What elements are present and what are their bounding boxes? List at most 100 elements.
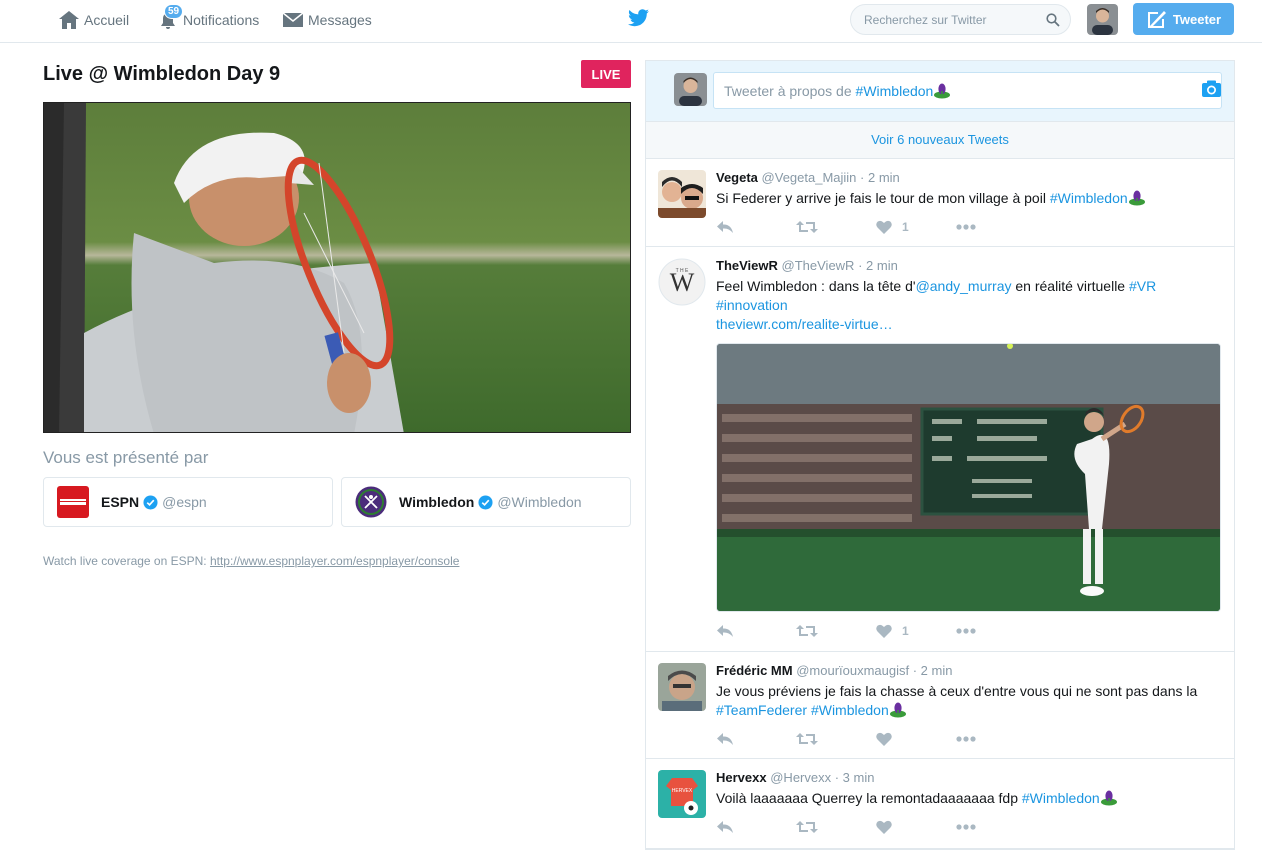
more-button[interactable] bbox=[956, 824, 1036, 830]
tweet-text: Feel Wimbledon : dans la tête d'@andy_mu… bbox=[716, 277, 1220, 334]
reply-icon bbox=[717, 625, 733, 637]
hashtag-link[interactable]: #innovation bbox=[716, 297, 788, 313]
notifications-count-badge: 59 bbox=[164, 4, 184, 19]
reply-button[interactable] bbox=[716, 624, 796, 638]
ellipsis-icon bbox=[956, 824, 976, 830]
svg-text:HERVEX: HERVEX bbox=[672, 788, 693, 794]
tweet-author-handle[interactable]: @mourïouxmaugisf bbox=[796, 663, 909, 678]
hashtag-link[interactable]: #VR bbox=[1129, 278, 1156, 294]
live-video-player[interactable] bbox=[43, 102, 631, 433]
hashtag-link[interactable]: #Wimbledon bbox=[811, 702, 889, 718]
user-avatar[interactable] bbox=[1087, 4, 1118, 35]
tweet-header: Frédéric MM @mourïouxmaugisf · 2 min bbox=[716, 662, 1220, 680]
like-button[interactable]: 1 bbox=[876, 624, 956, 638]
like-count: 1 bbox=[902, 220, 909, 234]
retweet-button[interactable] bbox=[796, 220, 876, 234]
tweet-avatar[interactable] bbox=[658, 170, 706, 218]
tweet-button-label: Tweeter bbox=[1172, 11, 1222, 27]
tweet-author-name[interactable]: Vegeta bbox=[716, 170, 758, 185]
hashtag-link[interactable]: #Wimbledon bbox=[1050, 190, 1128, 206]
tweet-author-name[interactable]: TheViewR bbox=[716, 258, 778, 273]
tweet-compose-input[interactable]: Tweeter à propos de #Wimbledon bbox=[713, 72, 1222, 109]
nav-messages[interactable]: Messages bbox=[282, 0, 372, 40]
search-box bbox=[850, 4, 1071, 35]
heart-icon bbox=[876, 732, 892, 746]
more-button[interactable] bbox=[956, 224, 1036, 230]
tweet-author-name[interactable]: Hervexx bbox=[716, 770, 767, 785]
nav-home[interactable]: Accueil bbox=[58, 0, 129, 40]
like-button[interactable] bbox=[876, 820, 956, 834]
nav-notifications[interactable]: 59 Notifications bbox=[157, 0, 259, 40]
tweet-timestamp[interactable]: · 2 min bbox=[858, 258, 898, 273]
sponsor-handle: @espn bbox=[162, 494, 207, 510]
tweet-text-body: Si Federer y arrive je fais le tour de m… bbox=[716, 190, 1050, 206]
reply-button[interactable] bbox=[716, 820, 796, 834]
tweet-item[interactable]: WT H E TheViewR @TheViewR · 2 min Feel W… bbox=[646, 247, 1234, 652]
reply-icon bbox=[717, 733, 733, 745]
wimbledon-emoji-icon bbox=[934, 83, 951, 99]
search-icon[interactable] bbox=[1046, 13, 1060, 27]
search-input[interactable] bbox=[851, 5, 1036, 34]
composer-avatar bbox=[674, 73, 707, 106]
tweet-author-handle[interactable]: @Hervexx bbox=[770, 770, 831, 785]
more-button[interactable] bbox=[956, 736, 1036, 742]
tweet-author-name[interactable]: Frédéric MM bbox=[716, 663, 793, 678]
tweet-header: TheViewR @TheViewR · 2 min bbox=[716, 257, 1220, 275]
retweet-icon bbox=[796, 625, 818, 637]
sponsor-name: Wimbledon bbox=[399, 494, 475, 510]
retweet-button[interactable] bbox=[796, 624, 876, 638]
reply-button[interactable] bbox=[716, 220, 796, 234]
tweet-actions bbox=[716, 816, 1220, 838]
tweet-item[interactable]: Frédéric MM @mourïouxmaugisf · 2 min Je … bbox=[646, 652, 1234, 759]
new-tweets-bar[interactable]: Voir 6 nouveaux Tweets bbox=[646, 122, 1234, 159]
sponsor-card-wimbledon[interactable]: Wimbledon @Wimbledon bbox=[341, 477, 631, 527]
home-icon bbox=[59, 11, 79, 29]
tweet-timestamp[interactable]: · 3 min bbox=[835, 770, 875, 785]
url-link[interactable]: theviewr.com/realite-virtue… bbox=[716, 316, 893, 332]
tweet-avatar[interactable] bbox=[658, 663, 706, 711]
tweet-author-handle[interactable]: @TheViewR bbox=[782, 258, 855, 273]
verified-badge-icon bbox=[143, 494, 158, 510]
tweet-media-image[interactable] bbox=[716, 343, 1221, 612]
heart-icon bbox=[876, 220, 892, 234]
sponsor-card-espn[interactable]: ESPN @espn bbox=[43, 477, 333, 527]
tweet-timestamp[interactable]: · 2 min bbox=[860, 170, 900, 185]
tweet-compose-area: Tweeter à propos de #Wimbledon bbox=[646, 61, 1234, 122]
like-button[interactable] bbox=[876, 732, 956, 746]
sponsor-name: ESPN bbox=[101, 494, 140, 510]
nav-notifications-label: Notifications bbox=[183, 12, 260, 28]
more-button[interactable] bbox=[956, 628, 1036, 634]
retweet-button[interactable] bbox=[796, 732, 876, 746]
mention-link[interactable]: @andy_murray bbox=[916, 278, 1012, 294]
hashtag-link[interactable]: #Wimbledon bbox=[1022, 790, 1100, 806]
tweet-text-body: en réalité virtuelle bbox=[1011, 278, 1129, 294]
tweet-timestamp[interactable]: · 2 min bbox=[913, 663, 953, 678]
like-count: 1 bbox=[902, 624, 909, 638]
event-title: Live @ Wimbledon Day 9 bbox=[43, 63, 281, 85]
retweet-icon bbox=[796, 221, 818, 233]
envelope-icon bbox=[282, 12, 304, 27]
nav-home-label: Accueil bbox=[84, 12, 130, 28]
tweet-actions: 1 bbox=[716, 620, 1220, 642]
ellipsis-icon bbox=[956, 628, 976, 634]
espn-player-link[interactable]: http://www.espnplayer.com/espnplayer/con… bbox=[210, 554, 459, 568]
tweet-header: Hervexx @Hervexx · 3 min bbox=[716, 769, 1220, 787]
heart-icon bbox=[876, 820, 892, 834]
hashtag-link[interactable]: #TeamFederer bbox=[716, 702, 807, 718]
tweet-text-body: Voilà laaaaaaa Querrey la remontadaaaaaa… bbox=[716, 790, 1022, 806]
like-button[interactable]: 1 bbox=[876, 220, 956, 234]
tweet-item[interactable]: Vegeta @Vegeta_Majiin · 2 min Si Federer… bbox=[646, 159, 1234, 247]
compose-placeholder: Tweeter à propos de bbox=[724, 83, 856, 99]
tweet-author-handle[interactable]: @Vegeta_Majiin bbox=[762, 170, 857, 185]
watch-coverage-text: Watch live coverage on ESPN: bbox=[43, 554, 210, 568]
camera-icon[interactable] bbox=[1201, 71, 1222, 108]
reply-button[interactable] bbox=[716, 732, 796, 746]
tweet-avatar[interactable]: WT H E bbox=[658, 258, 706, 306]
tweet-avatar[interactable]: HERVEX bbox=[658, 770, 706, 818]
ellipsis-icon bbox=[956, 736, 976, 742]
tweet-button[interactable]: Tweeter bbox=[1133, 3, 1234, 35]
top-navigation: Accueil 59 Notifications Messages Tweete… bbox=[0, 0, 1262, 43]
twitter-bird-icon[interactable] bbox=[627, 9, 650, 28]
nav-messages-label: Messages bbox=[308, 12, 372, 28]
retweet-button[interactable] bbox=[796, 820, 876, 834]
